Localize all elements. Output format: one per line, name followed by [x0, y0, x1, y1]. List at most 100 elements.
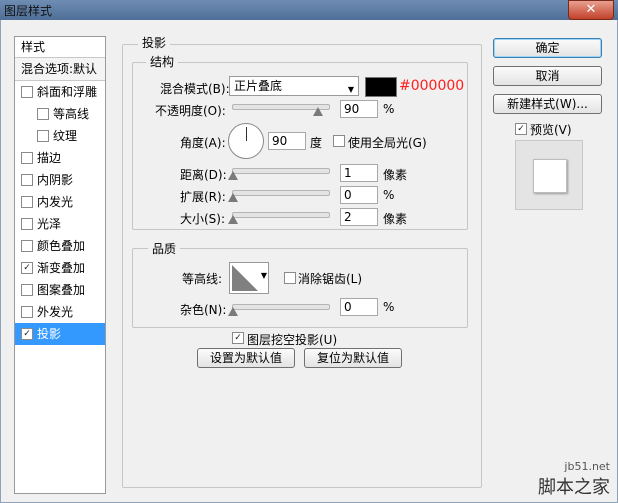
preview-swatch	[533, 159, 567, 193]
style-item-gradient-overlay[interactable]: ✓ 渐变叠加	[15, 257, 105, 279]
styles-list: 样式 混合选项:默认 斜面和浮雕 等高线 纹理 描边 内阴影 内发光 光泽 颜色…	[14, 36, 106, 494]
style-label: 斜面和浮雕	[37, 85, 98, 99]
style-label: 颜色叠加	[37, 239, 86, 253]
knockout-checkbox[interactable]: ✓	[232, 332, 244, 344]
anti-alias-label: 消除锯齿(L)	[298, 272, 363, 286]
knockout-label: 图层挖空投影(U)	[247, 333, 338, 347]
checkbox[interactable]	[21, 152, 33, 164]
style-label: 内阴影	[37, 173, 74, 187]
noise-label: 杂色(N):	[180, 303, 227, 317]
watermark-site: jb51.net	[564, 460, 610, 473]
distance-slider-thumb[interactable]	[228, 171, 238, 180]
checkbox-checked[interactable]: ✓	[21, 328, 33, 340]
window-title: 图层样式	[4, 4, 53, 18]
style-item-stroke[interactable]: 描边	[15, 147, 105, 169]
style-item-pattern-overlay[interactable]: 图案叠加	[15, 279, 105, 301]
style-item-inner-glow[interactable]: 内发光	[15, 191, 105, 213]
style-item-satin[interactable]: 光泽	[15, 213, 105, 235]
style-item-drop-shadow[interactable]: ✓ 投影	[15, 323, 105, 345]
style-label: 渐变叠加	[37, 261, 86, 275]
style-item-color-overlay[interactable]: 颜色叠加	[15, 235, 105, 257]
structure-title: 结构	[146, 53, 179, 70]
blend-mode-select[interactable]: 正片叠底 ▼	[229, 76, 359, 96]
style-label: 等高线	[53, 107, 90, 121]
color-hex-label: #000000	[399, 78, 465, 94]
ok-button[interactable]: 确定	[493, 38, 602, 58]
noise-input[interactable]: 0	[340, 298, 378, 316]
size-input[interactable]: 2	[340, 208, 378, 226]
close-button[interactable]: ✕	[568, 0, 614, 20]
preview-checkbox[interactable]: ✓	[515, 123, 527, 135]
size-slider[interactable]	[232, 212, 330, 218]
noise-slider-thumb[interactable]	[228, 307, 238, 316]
checkbox[interactable]	[21, 196, 33, 208]
style-label: 图案叠加	[37, 283, 86, 297]
distance-input[interactable]: 1	[340, 164, 378, 182]
opacity-input[interactable]: 90	[340, 100, 378, 118]
close-icon: ✕	[585, 2, 597, 17]
style-label: 外发光	[37, 305, 74, 319]
opacity-label: 不透明度(O):	[155, 104, 226, 118]
style-item-contour[interactable]: 等高线	[15, 103, 105, 125]
blend-mode-value: 正片叠底	[234, 79, 283, 93]
blend-options-item[interactable]: 混合选项:默认	[15, 58, 105, 81]
checkbox-checked[interactable]: ✓	[21, 262, 33, 274]
style-label: 投影	[37, 327, 62, 341]
new-style-button[interactable]: 新建样式(W)...	[493, 94, 602, 114]
style-item-inner-shadow[interactable]: 内阴影	[15, 169, 105, 191]
noise-slider[interactable]	[232, 304, 330, 310]
reset-default-button[interactable]: 复位为默认值	[304, 348, 402, 368]
chevron-down-icon: ▼	[347, 85, 354, 94]
noise-unit: %	[383, 300, 395, 314]
distance-label: 距离(D):	[180, 168, 227, 182]
shadow-color-swatch[interactable]	[365, 77, 397, 97]
cancel-button[interactable]: 取消	[493, 66, 602, 86]
style-item-outer-glow[interactable]: 外发光	[15, 301, 105, 323]
global-light-label: 使用全局光(G)	[348, 136, 427, 150]
angle-dial[interactable]	[228, 123, 264, 159]
spread-slider-thumb[interactable]	[228, 193, 238, 202]
make-default-button[interactable]: 设置为默认值	[197, 348, 295, 368]
watermark-name: 脚本之家	[538, 477, 610, 498]
checkbox[interactable]	[21, 284, 33, 296]
style-preview	[515, 140, 583, 210]
spread-slider[interactable]	[232, 190, 330, 196]
style-label: 描边	[37, 151, 62, 165]
spread-unit: %	[383, 188, 395, 202]
title-bar: 图层样式 ✕	[0, 0, 618, 20]
angle-label: 角度(A):	[180, 136, 226, 150]
anti-alias-checkbox[interactable]	[284, 272, 296, 284]
global-light-checkbox[interactable]	[333, 135, 345, 147]
angle-unit: 度	[310, 136, 323, 150]
style-label: 光泽	[37, 217, 62, 231]
angle-input[interactable]: 90	[268, 132, 306, 150]
contour-picker[interactable]: ▼	[229, 262, 269, 294]
blend-mode-label: 混合模式(B):	[160, 82, 230, 96]
styles-header[interactable]: 样式	[15, 37, 105, 58]
contour-label: 等高线:	[182, 272, 223, 286]
quality-title: 品质	[148, 240, 181, 257]
checkbox[interactable]	[21, 218, 33, 230]
checkbox[interactable]	[21, 240, 33, 252]
distance-slider[interactable]	[232, 168, 330, 174]
style-label: 内发光	[37, 195, 74, 209]
checkbox[interactable]	[37, 130, 49, 142]
style-item-texture[interactable]: 纹理	[15, 125, 105, 147]
opacity-unit: %	[383, 102, 395, 116]
drop-shadow-title: 投影	[138, 34, 171, 51]
size-slider-thumb[interactable]	[228, 215, 238, 224]
checkbox[interactable]	[21, 174, 33, 186]
style-item-bevel[interactable]: 斜面和浮雕	[15, 81, 105, 103]
angle-needle	[246, 127, 247, 141]
contour-preview	[232, 265, 258, 291]
preview-label: 预览(V)	[530, 123, 572, 137]
chevron-down-icon: ▼	[260, 271, 267, 280]
distance-unit: 像素	[383, 168, 408, 182]
opacity-slider-thumb[interactable]	[313, 107, 323, 116]
checkbox[interactable]	[21, 306, 33, 318]
style-label: 纹理	[53, 129, 78, 143]
spread-label: 扩展(R):	[180, 190, 226, 204]
checkbox[interactable]	[21, 86, 33, 98]
spread-input[interactable]: 0	[340, 186, 378, 204]
checkbox[interactable]	[37, 108, 49, 120]
